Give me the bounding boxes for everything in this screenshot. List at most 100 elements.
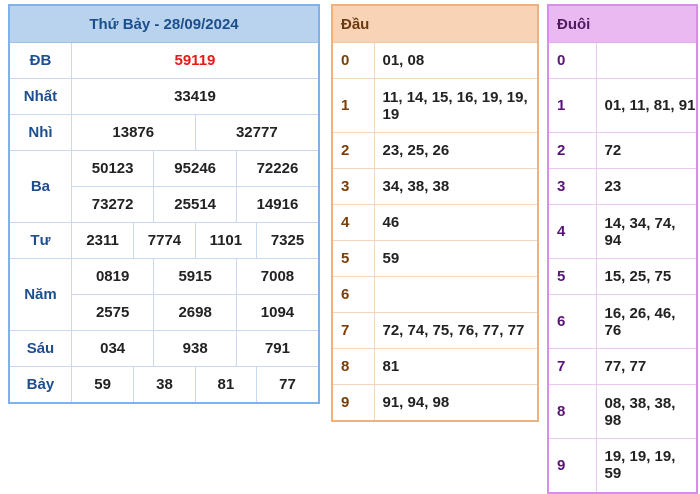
prize-tu-3: 1101: [194, 222, 258, 259]
prize-tu-2: 7774: [133, 222, 196, 259]
prize-sau-1: 034: [70, 330, 155, 367]
results-table: Thứ Bảy - 28/09/2024 ĐB 59119 Nhất 33419…: [8, 4, 320, 404]
duoi-row: 2 72: [547, 132, 698, 169]
dau-values: 23, 25, 26: [373, 132, 539, 169]
dau-key: 0: [331, 42, 375, 79]
label-ba: Ba: [8, 150, 72, 223]
prize-nam-1: 0819: [70, 258, 155, 295]
prize-ba-2: 95246: [153, 150, 237, 187]
duoi-values: 15, 25, 75: [595, 258, 698, 295]
prize-nam-5: 2698: [153, 294, 237, 331]
dau-values: 11, 14, 15, 16, 19, 19, 19: [373, 78, 539, 133]
duoi-row: 0: [547, 42, 698, 79]
dau-row: 7 72, 74, 75, 76, 77, 77: [331, 312, 539, 349]
dau-key: 6: [331, 276, 375, 313]
duoi-key: 9: [547, 438, 597, 493]
dau-key: 2: [331, 132, 375, 169]
duoi-values: 08, 38, 38, 98: [595, 384, 698, 439]
duoi-values: 01, 11, 81, 91: [595, 78, 698, 133]
dau-row: 0 01, 08: [331, 42, 539, 79]
dau-values: [373, 276, 539, 313]
dau-values: 34, 38, 38: [373, 168, 539, 205]
duoi-values: 23: [595, 168, 698, 205]
dau-values: 72, 74, 75, 76, 77, 77: [373, 312, 539, 349]
duoi-key: 0: [547, 42, 597, 79]
duoi-key: 2: [547, 132, 597, 169]
dau-values: 59: [373, 240, 539, 277]
dau-row: 4 46: [331, 204, 539, 241]
prize-ba-3: 72226: [235, 150, 320, 187]
prize-bay-2: 38: [133, 366, 196, 403]
label-nam: Năm: [8, 258, 72, 331]
dau-row: 3 34, 38, 38: [331, 168, 539, 205]
prize-ba-6: 14916: [235, 186, 320, 223]
prize-sau-3: 791: [235, 330, 320, 367]
dau-values: 91, 94, 98: [373, 384, 539, 421]
dau-values: 81: [373, 348, 539, 385]
prize-bay-4: 77: [256, 366, 320, 403]
dau-row: 8 81: [331, 348, 539, 385]
dau-row: 5 59: [331, 240, 539, 277]
dau-values: 01, 08: [373, 42, 539, 79]
duoi-row: 7 77, 77: [547, 348, 698, 385]
duoi-row: 1 01, 11, 81, 91: [547, 78, 698, 133]
dau-key: 8: [331, 348, 375, 385]
duoi-row: 9 19, 19, 19, 59: [547, 438, 698, 493]
dau-row: 1 11, 14, 15, 16, 19, 19, 19: [331, 78, 539, 133]
prize-nhat: 33419: [70, 78, 320, 115]
label-sau: Sáu: [8, 330, 72, 367]
duoi-row: 3 23: [547, 168, 698, 205]
duoi-key: 7: [547, 348, 597, 385]
dau-key: 9: [331, 384, 375, 421]
prize-bay-1: 59: [70, 366, 135, 403]
duoi-row: 4 14, 34, 74, 94: [547, 204, 698, 259]
label-tu: Tư: [8, 222, 72, 259]
label-bay: Bảy: [8, 366, 72, 403]
prize-ba-5: 25514: [153, 186, 237, 223]
results-title: Thứ Bảy - 28/09/2024: [8, 4, 320, 43]
dau-key: 4: [331, 204, 375, 241]
prize-bay-3: 81: [194, 366, 258, 403]
duoi-key: 6: [547, 294, 597, 349]
duoi-key: 1: [547, 78, 597, 133]
dau-header: Đầu: [331, 4, 539, 43]
dau-row: 2 23, 25, 26: [331, 132, 539, 169]
prize-tu-4: 7325: [256, 222, 320, 259]
dau-key: 7: [331, 312, 375, 349]
duoi-values: [595, 42, 698, 79]
prize-ba-4: 73272: [70, 186, 155, 223]
duoi-key: 8: [547, 384, 597, 439]
prize-ba-1: 50123: [70, 150, 155, 187]
dau-key: 3: [331, 168, 375, 205]
prize-db: 59119: [70, 42, 320, 79]
prize-nam-3: 7008: [235, 258, 320, 295]
dau-key: 5: [331, 240, 375, 277]
prize-nhi-1: 13876: [70, 114, 196, 151]
label-nhat: Nhất: [8, 78, 72, 115]
prize-sau-2: 938: [153, 330, 237, 367]
duoi-header: Đuôi: [547, 4, 698, 43]
duoi-values: 72: [595, 132, 698, 169]
duoi-row: 8 08, 38, 38, 98: [547, 384, 698, 439]
dau-key: 1: [331, 78, 375, 133]
duoi-key: 4: [547, 204, 597, 259]
duoi-values: 14, 34, 74, 94: [595, 204, 698, 259]
prize-tu-1: 2311: [70, 222, 135, 259]
prize-nam-6: 1094: [235, 294, 320, 331]
duoi-key: 3: [547, 168, 597, 205]
duoi-table: Đuôi 0 1 01, 11, 81, 91 2 72 3 23 4 14, …: [547, 4, 699, 494]
dau-row: 9 91, 94, 98: [331, 384, 539, 421]
duoi-values: 16, 26, 46, 76: [595, 294, 698, 349]
label-nhi: Nhì: [8, 114, 72, 151]
prize-nam-2: 5915: [153, 258, 237, 295]
dau-table: Đầu 0 01, 08 1 11, 14, 15, 16, 19, 19, 1…: [331, 4, 539, 422]
prize-nam-4: 2575: [70, 294, 155, 331]
duoi-key: 5: [547, 258, 597, 295]
duoi-row: 6 16, 26, 46, 76: [547, 294, 698, 349]
duoi-values: 19, 19, 19, 59: [595, 438, 698, 493]
prize-nhi-2: 32777: [194, 114, 320, 151]
dau-values: 46: [373, 204, 539, 241]
duoi-values: 77, 77: [595, 348, 698, 385]
dau-row: 6: [331, 276, 539, 313]
duoi-row: 5 15, 25, 75: [547, 258, 698, 295]
